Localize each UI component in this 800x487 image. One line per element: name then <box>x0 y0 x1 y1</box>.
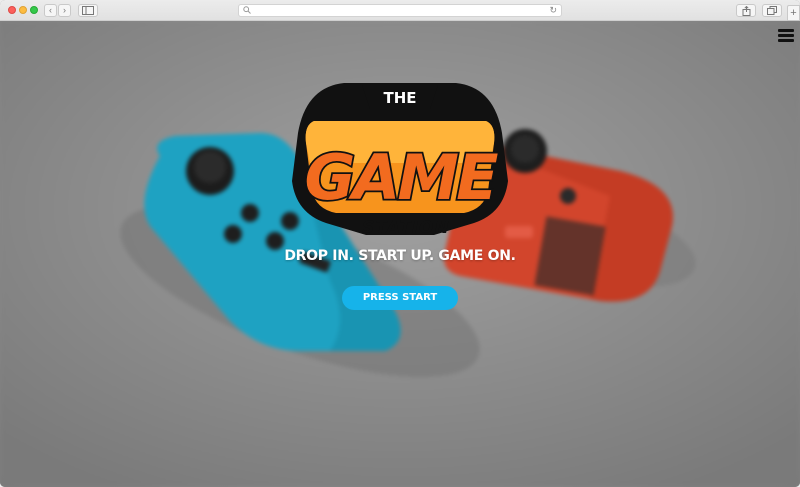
show-tabs-button[interactable] <box>762 4 782 17</box>
minimize-window-button[interactable] <box>19 6 27 14</box>
press-start-button[interactable]: PRESS START <box>342 286 458 310</box>
share-button[interactable] <box>736 4 756 17</box>
browser-toolbar: ‹ › ↻ + <box>0 0 800 21</box>
forward-button[interactable]: › <box>58 4 71 17</box>
sidebar-icon <box>82 6 94 15</box>
logo-the-text: THE <box>383 89 416 107</box>
logo-station-text: STATION <box>362 218 450 238</box>
hamburger-menu-icon[interactable] <box>778 29 794 43</box>
logo-game-text: GAME <box>305 141 499 214</box>
hero-tagline: DROP IN. START UP. GAME ON. <box>284 248 516 264</box>
sidebar-toggle-button[interactable] <box>78 4 98 17</box>
tabs-icon <box>767 6 777 15</box>
zoom-window-button[interactable] <box>30 6 38 14</box>
hero-section: THE GAME STATION DROP IN. START UP. GAME… <box>0 21 800 487</box>
close-window-button[interactable] <box>8 6 16 14</box>
game-station-logo: THE GAME STATION <box>292 83 508 238</box>
share-icon <box>742 5 750 16</box>
address-bar[interactable]: ↻ <box>238 4 562 17</box>
back-button[interactable]: ‹ <box>44 4 57 17</box>
reload-icon[interactable]: ↻ <box>549 5 557 16</box>
search-icon <box>243 6 251 16</box>
browser-window: ‹ › ↻ + THE GAME STATION DROP IN. START … <box>0 0 800 487</box>
new-tab-button[interactable]: + <box>787 5 800 21</box>
